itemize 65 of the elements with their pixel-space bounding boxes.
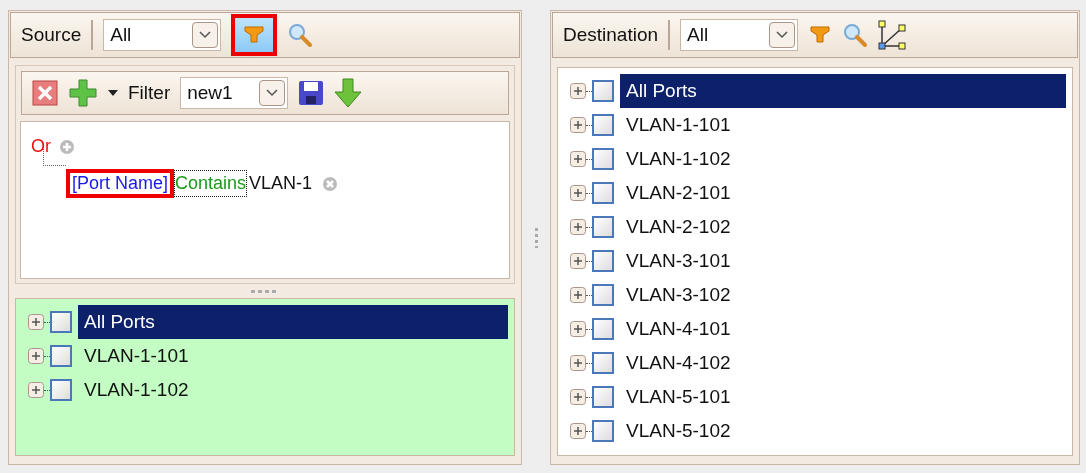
checkbox[interactable] bbox=[592, 386, 614, 408]
checkbox[interactable] bbox=[592, 148, 614, 170]
checkbox[interactable] bbox=[50, 311, 72, 333]
checkbox[interactable] bbox=[592, 216, 614, 238]
expand-icon[interactable] bbox=[570, 287, 586, 303]
search-icon[interactable] bbox=[287, 22, 314, 48]
expand-icon[interactable] bbox=[570, 423, 586, 439]
field-name-text[interactable]: [Port Name] bbox=[66, 169, 175, 198]
add-icon[interactable] bbox=[68, 78, 98, 108]
checkbox[interactable] bbox=[592, 182, 614, 204]
checkbox[interactable] bbox=[592, 80, 614, 102]
splitter-grip-icon[interactable] bbox=[534, 227, 538, 248]
tree-item[interactable]: All Ports bbox=[620, 74, 1066, 108]
tree-item[interactable]: VLAN-5-101 bbox=[620, 380, 1066, 414]
tree-item[interactable]: VLAN-3-101 bbox=[620, 244, 1066, 278]
expand-icon[interactable] bbox=[28, 382, 44, 398]
checkbox[interactable] bbox=[592, 318, 614, 340]
caret-icon[interactable] bbox=[108, 90, 118, 96]
expand-icon[interactable] bbox=[570, 389, 586, 405]
tree-item[interactable]: VLAN-3-102 bbox=[620, 278, 1066, 312]
expand-icon[interactable] bbox=[28, 314, 44, 330]
panel-title: Destination bbox=[563, 24, 659, 46]
expand-icon[interactable] bbox=[570, 83, 586, 99]
scope-dropdown[interactable]: All bbox=[103, 19, 222, 51]
checkbox[interactable] bbox=[592, 284, 614, 306]
delete-icon[interactable] bbox=[32, 80, 58, 106]
tree-item[interactable]: VLAN-2-101 bbox=[620, 176, 1066, 210]
expand-icon[interactable] bbox=[570, 117, 586, 133]
scope-dropdown[interactable]: All bbox=[680, 19, 799, 51]
down-arrow-icon[interactable] bbox=[334, 78, 363, 108]
operator-text[interactable]: Or bbox=[31, 136, 51, 157]
condition-value-text[interactable]: VLAN-1 bbox=[249, 173, 313, 194]
expand-icon[interactable] bbox=[570, 151, 586, 167]
expand-icon[interactable] bbox=[570, 219, 586, 235]
checkbox[interactable] bbox=[592, 114, 614, 136]
comparison-text[interactable]: Contains bbox=[174, 170, 248, 197]
checkbox[interactable] bbox=[592, 250, 614, 272]
tree-item[interactable]: VLAN-4-102 bbox=[620, 346, 1066, 380]
expand-icon[interactable] bbox=[570, 321, 586, 337]
search-icon[interactable] bbox=[842, 22, 869, 48]
tree-item[interactable]: VLAN-4-101 bbox=[620, 312, 1066, 346]
tree-item[interactable]: VLAN-1-102 bbox=[620, 142, 1066, 176]
expand-icon[interactable] bbox=[570, 355, 586, 371]
checkbox[interactable] bbox=[592, 352, 614, 374]
tree-item[interactable]: VLAN-5-102 bbox=[620, 414, 1066, 448]
expand-icon[interactable] bbox=[28, 348, 44, 364]
splitter-grip-icon[interactable] bbox=[251, 289, 279, 293]
tree-item[interactable]: VLAN-1-102 bbox=[78, 373, 508, 407]
filter-button[interactable] bbox=[231, 14, 278, 56]
panel-title: Source bbox=[21, 24, 82, 46]
checkbox[interactable] bbox=[592, 420, 614, 442]
expand-icon[interactable] bbox=[570, 253, 586, 269]
add-condition-icon[interactable] bbox=[59, 138, 75, 155]
filter-label: Filter bbox=[128, 82, 171, 104]
graph-icon[interactable] bbox=[878, 20, 909, 50]
tree-item[interactable]: VLAN-2-102 bbox=[620, 210, 1066, 244]
tree-item[interactable]: VLAN-1-101 bbox=[78, 339, 508, 373]
checkbox[interactable] bbox=[50, 345, 72, 367]
tree-item[interactable]: All Ports bbox=[78, 305, 508, 339]
checkbox[interactable] bbox=[50, 379, 72, 401]
remove-condition-icon[interactable] bbox=[322, 175, 339, 192]
tree-item[interactable]: VLAN-1-101 bbox=[620, 108, 1066, 142]
expand-icon[interactable] bbox=[570, 185, 586, 201]
filter-dropdown[interactable]: new1 bbox=[180, 77, 289, 109]
save-icon[interactable] bbox=[298, 80, 325, 106]
